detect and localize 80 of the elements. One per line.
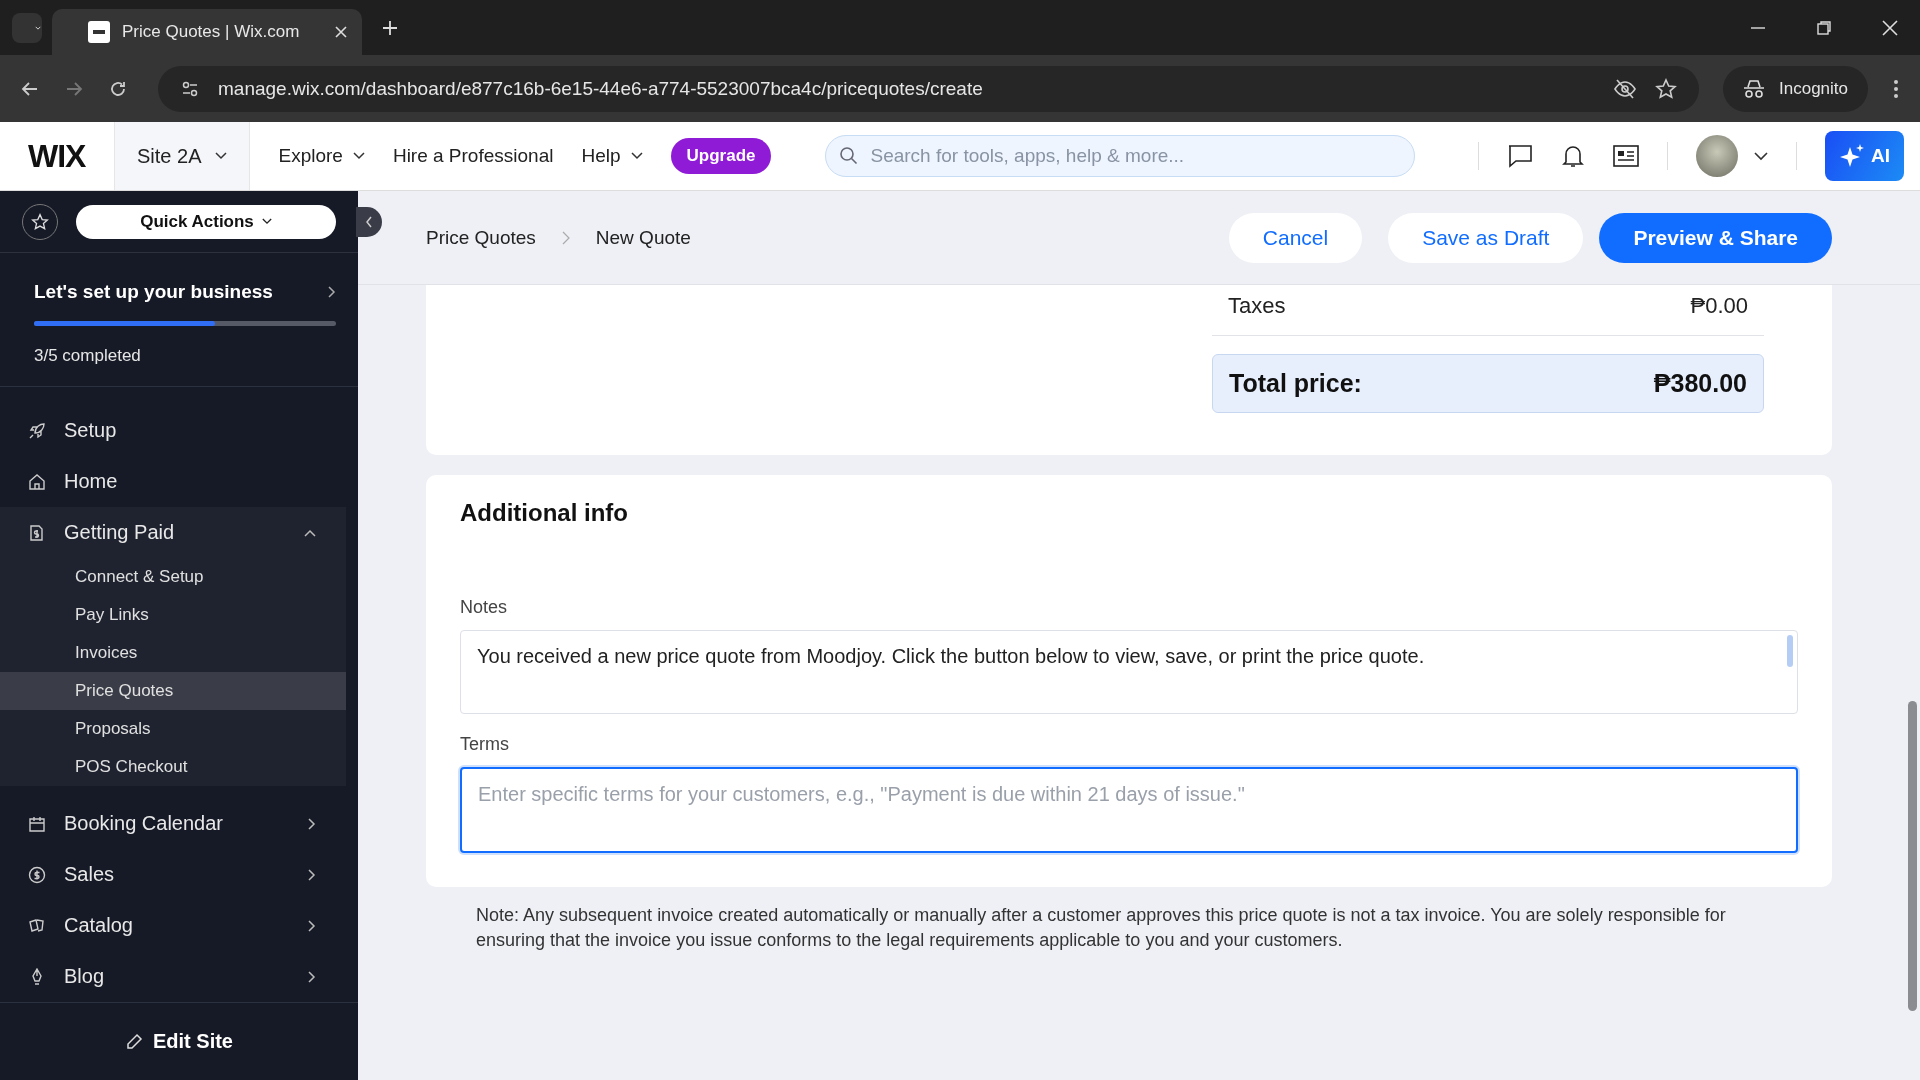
dollar-icon xyxy=(28,865,46,884)
total-label: Total price: xyxy=(1229,369,1362,398)
total-value: ₱380.00 xyxy=(1653,369,1747,398)
rocket-icon xyxy=(28,421,46,440)
document-icon xyxy=(28,523,46,542)
star-icon[interactable] xyxy=(1655,77,1677,100)
section-title: Additional info xyxy=(460,499,629,527)
nav-menu-item[interactable]: Hire a Professional xyxy=(392,145,554,167)
sidebar-subitem[interactable]: Connect & Setup xyxy=(0,558,346,597)
caret-icon xyxy=(261,218,272,226)
sidebar-item[interactable]: Booking Calendar xyxy=(0,798,346,850)
sidebar-subitem[interactable]: Proposals xyxy=(0,710,346,749)
chevron-up-icon xyxy=(304,528,316,537)
caret-icon[interactable] xyxy=(1754,151,1768,161)
upgrade-button[interactable]: Upgrade xyxy=(670,138,772,174)
calendar-icon xyxy=(28,814,46,833)
sidebar-subitem[interactable]: Invoices xyxy=(0,634,346,673)
chat-icon[interactable] xyxy=(1507,144,1533,168)
chevron-icon[interactable] xyxy=(328,286,336,299)
preview-share-button[interactable]: Preview & Share xyxy=(1599,212,1832,263)
incognito-button[interactable]: Incognito xyxy=(1723,65,1868,112)
search-field[interactable]: Search for tools, apps, help & more... xyxy=(825,135,1416,177)
site-selector[interactable]: Site 2A xyxy=(114,122,251,190)
notes-label: Notes xyxy=(460,597,509,618)
caret-icon xyxy=(352,152,365,160)
close-icon[interactable] xyxy=(334,25,348,39)
edit-site-button[interactable]: Edit Site xyxy=(119,1029,239,1055)
cancel-button[interactable]: Cancel xyxy=(1228,212,1363,263)
sidebar-subitem[interactable]: Pay Links xyxy=(0,596,346,635)
collapse-sidebar-button[interactable] xyxy=(356,207,382,237)
nav-menu-item[interactable]: Help xyxy=(581,145,643,167)
sidebar-item[interactable]: Setup xyxy=(0,405,346,457)
cards-icon xyxy=(28,916,46,935)
progress-status: 3/5 completed xyxy=(34,346,142,367)
taxes-value: ₱0.00 xyxy=(1690,293,1748,319)
menu-icon[interactable] xyxy=(1892,77,1900,100)
chevron-left-icon xyxy=(365,216,373,228)
terms-field[interactable]: Enter specific terms for your customers, e.g., "Payment is due within 21 days of issue." xyxy=(460,767,1798,853)
address-bar[interactable]: manage.wix.com/dashboard/e877c16b-6e15-44e6-a774-5523007bca4c/pricequotes/create xyxy=(158,65,1699,112)
notes-field[interactable]: You received a new price quote from Moodjoy. Click the button below to view, save, or print the price quote. xyxy=(460,630,1798,714)
sidebar-subitem[interactable]: Price Quotes xyxy=(0,672,346,711)
close-icon[interactable] xyxy=(1882,19,1898,36)
chevron-right-icon xyxy=(308,919,316,932)
scrollbar-thumb[interactable] xyxy=(1908,701,1917,1011)
chevron-icon xyxy=(561,230,570,245)
terms-label: Terms xyxy=(460,734,510,755)
chevron-right-icon xyxy=(308,868,316,881)
restore-icon[interactable] xyxy=(1816,19,1832,36)
sidebar-item[interactable]: Getting Paid xyxy=(0,507,346,559)
chevron-right-icon xyxy=(308,970,316,983)
disclaimer-note: Note: Any subsequent invoice created automatically or manually after a customer approves this price quote is not a tax invoice. You are solely responsible for ensuring that the invoice you issue conforms to the legal requirements applicable to you and your customers. xyxy=(476,904,1727,952)
eye-slash-icon[interactable] xyxy=(1613,77,1637,100)
bell-icon[interactable] xyxy=(1561,143,1585,169)
caret-icon xyxy=(630,152,643,160)
incognito-icon xyxy=(1743,78,1765,99)
pencil-icon xyxy=(125,1032,143,1051)
new-tab-icon[interactable] xyxy=(382,19,398,36)
save-draft-button[interactable]: Save as Draft xyxy=(1388,212,1584,263)
sidebar-item[interactable]: Catalog xyxy=(0,900,346,952)
wix-logo[interactable]: WIX xyxy=(28,137,92,175)
chevron-right-icon xyxy=(308,817,316,830)
taxes-label: Taxes xyxy=(1228,293,1286,319)
nav-menu-item[interactable]: Explore xyxy=(278,145,365,167)
breadcrumb-current: New Quote xyxy=(595,226,691,249)
quick-actions-button[interactable]: Quick Actions xyxy=(76,204,336,239)
sidebar-item[interactable]: Blog xyxy=(0,951,346,1003)
breadcrumb-link[interactable]: Price Quotes xyxy=(426,226,536,249)
search-icon xyxy=(839,146,860,166)
newspaper-icon[interactable] xyxy=(1613,145,1639,167)
sidebar-item[interactable]: Sales xyxy=(0,849,346,901)
sparkle-icon xyxy=(1839,143,1865,169)
sidebar-item[interactable]: Home xyxy=(0,456,346,508)
browser-tab[interactable]: Price Quotes | Wix.com xyxy=(52,9,362,55)
avatar-icon[interactable] xyxy=(1696,135,1738,177)
sidebar-subitem[interactable]: POS Checkout xyxy=(0,748,346,787)
setup-title[interactable]: Let's set up your business xyxy=(34,281,273,304)
site-favicon-icon xyxy=(88,21,110,43)
caret-icon xyxy=(215,152,228,160)
home-icon xyxy=(28,472,46,491)
ai-button[interactable]: AI xyxy=(1825,131,1904,181)
